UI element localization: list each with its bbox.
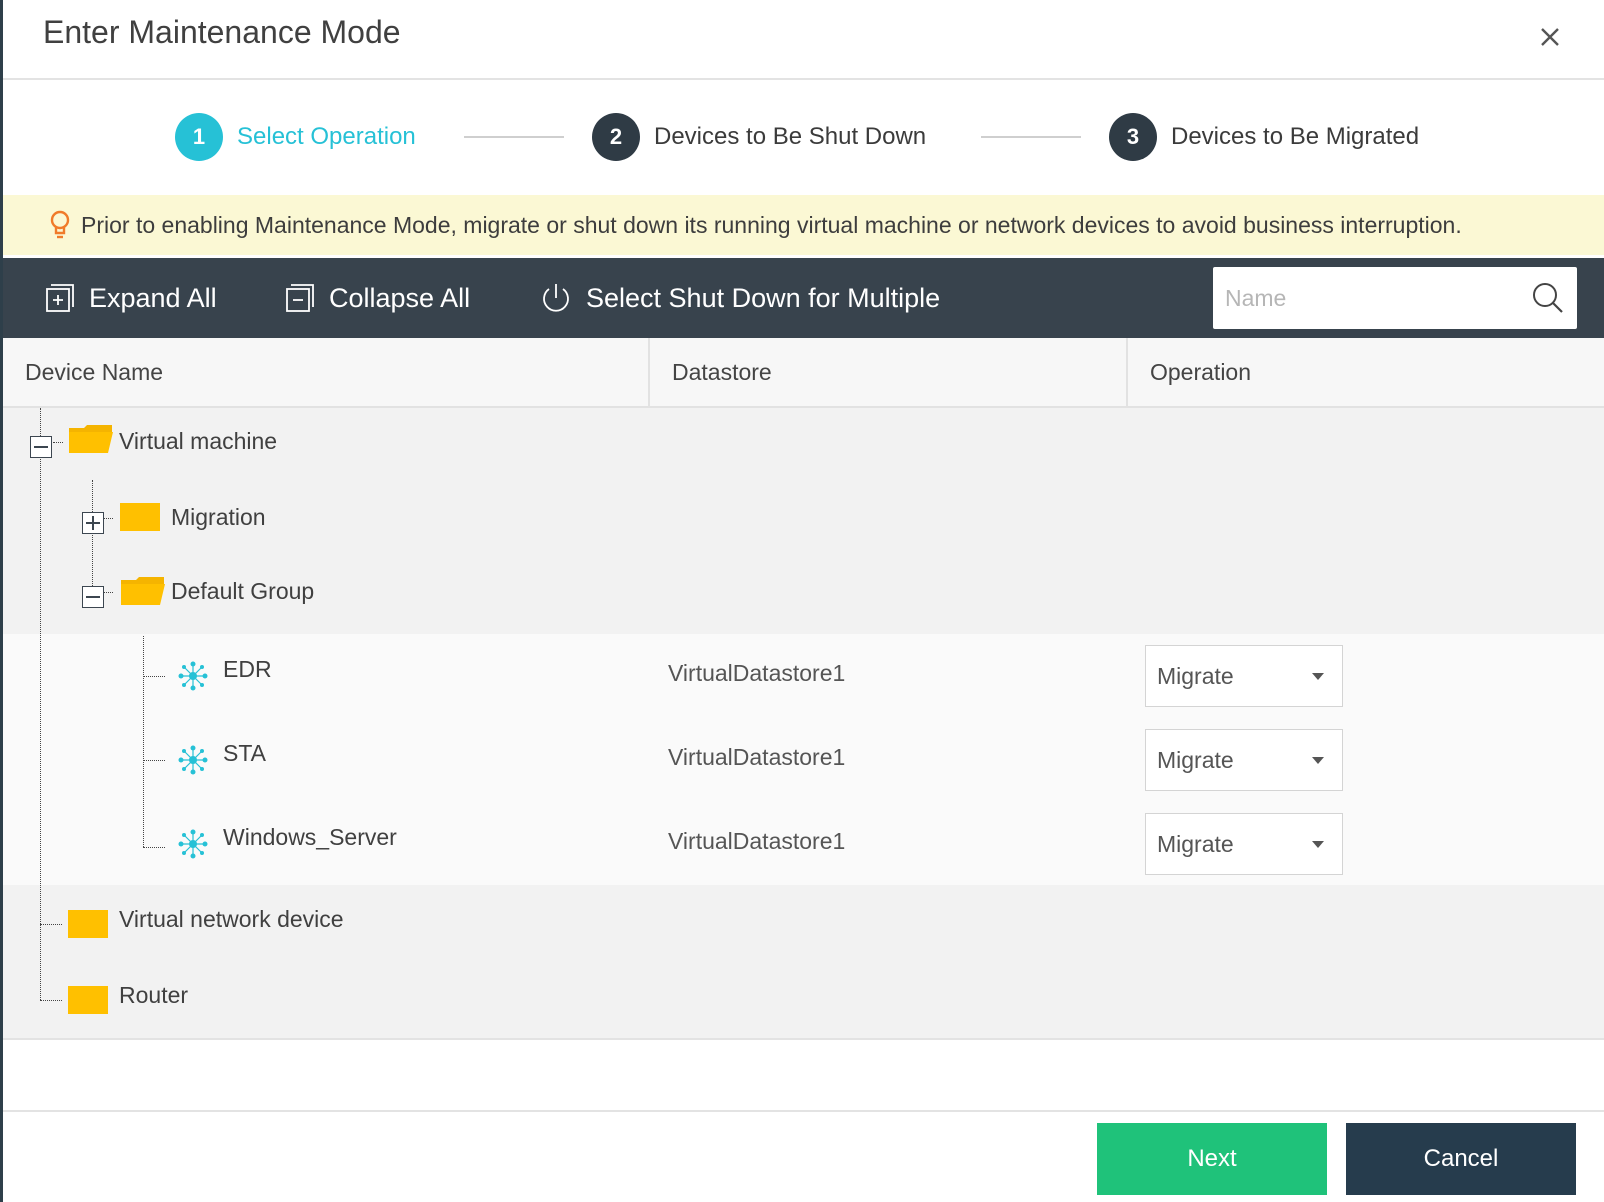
shutdown-multiple-label: Select Shut Down for Multiple: [586, 282, 941, 313]
tree-line: [143, 760, 165, 761]
operation-value: Migrate: [1157, 662, 1234, 689]
footer-divider: [3, 1110, 1604, 1112]
tree-line: [103, 592, 113, 593]
vm-icon: [178, 745, 208, 775]
folder-icon: [68, 910, 108, 938]
tree-label-default-group[interactable]: Default Group: [171, 578, 314, 605]
step-label: Select Operation: [237, 123, 416, 150]
header-divider: [3, 78, 1604, 80]
collapse-icon: [286, 284, 314, 312]
step-number: 1: [175, 113, 223, 161]
step-number: 3: [1109, 113, 1157, 161]
collapse-all-button[interactable]: Collapse All: [285, 278, 470, 318]
step-connector: [981, 136, 1081, 138]
step-label: Devices to Be Shut Down: [654, 123, 927, 150]
caret-down-icon: [1312, 841, 1324, 848]
operation-select[interactable]: Migrate: [1145, 645, 1343, 707]
close-icon[interactable]: [1533, 20, 1567, 54]
step-devices-shut-down: 2 Devices to Be Shut Down: [592, 113, 926, 161]
folder-open-icon: [69, 425, 113, 453]
step-select-operation: 1 Select Operation: [175, 113, 416, 161]
vm-name[interactable]: STA: [223, 740, 266, 767]
operation-value: Migrate: [1157, 830, 1234, 857]
dialog-title: Enter Maintenance Mode: [43, 14, 401, 50]
expand-all-label: Expand All: [89, 282, 217, 313]
tree-line: [143, 636, 144, 847]
expand-all-button[interactable]: Expand All: [45, 278, 217, 318]
operation-value: Migrate: [1157, 746, 1234, 773]
datastore-value: VirtualDatastore1: [668, 660, 846, 686]
tree-line: [92, 480, 93, 592]
vm-icon: [178, 661, 208, 691]
lightbulb-icon: [50, 210, 70, 239]
device-tree: Virtual machine Migration Default Group …: [3, 408, 1604, 1038]
content-divider: [3, 1038, 1604, 1040]
step-devices-migrated: 3 Devices to Be Migrated: [1109, 113, 1419, 161]
column-device-name[interactable]: Device Name: [3, 338, 648, 406]
table-header: Device Name Datastore Operation: [3, 338, 1604, 408]
shutdown-multiple-button[interactable]: Select Shut Down for Multiple: [540, 278, 940, 318]
tree-line: [40, 924, 62, 925]
collapse-all-label: Collapse All: [329, 282, 471, 313]
next-button[interactable]: Next: [1097, 1123, 1327, 1195]
datastore-value: VirtualDatastore1: [668, 744, 846, 770]
search-input[interactable]: [1223, 283, 1517, 313]
step-number: 2: [592, 113, 640, 161]
caret-down-icon: [1312, 757, 1324, 764]
tree-line: [40, 408, 41, 1000]
tree-line: [103, 518, 113, 519]
tree-label-migration[interactable]: Migration: [171, 504, 266, 531]
folder-icon: [68, 986, 108, 1014]
datastore-value: VirtualDatastore1: [668, 828, 846, 854]
step-label: Devices to Be Migrated: [1171, 123, 1420, 150]
vm-name[interactable]: Windows_Server: [223, 824, 397, 851]
power-icon: [543, 284, 569, 312]
tree-label-virtual-machine[interactable]: Virtual machine: [119, 428, 277, 455]
tree-line: [143, 676, 165, 677]
folder-icon: [120, 503, 160, 531]
column-operation[interactable]: Operation: [1126, 338, 1604, 406]
folder-open-icon: [121, 577, 165, 605]
vm-icon: [178, 829, 208, 859]
tree-line: [143, 847, 165, 848]
caret-down-icon: [1312, 673, 1324, 680]
vm-name[interactable]: EDR: [223, 656, 272, 683]
operation-select[interactable]: Migrate: [1145, 813, 1343, 875]
info-banner: Prior to enabling Maintenance Mode, migr…: [3, 195, 1604, 255]
tree-line: [53, 442, 63, 443]
tree-label-router[interactable]: Router: [119, 982, 188, 1009]
expand-toggle-migration[interactable]: [82, 512, 104, 534]
collapse-toggle-virtual-machine[interactable]: [30, 436, 52, 458]
tree-line: [40, 1000, 62, 1001]
banner-text: Prior to enabling Maintenance Mode, migr…: [81, 211, 1462, 238]
column-datastore[interactable]: Datastore: [648, 338, 1126, 406]
cancel-button[interactable]: Cancel: [1346, 1123, 1576, 1195]
maintenance-dialog: Enter Maintenance Mode 1 Select Operatio…: [0, 0, 1604, 1202]
step-connector: [464, 136, 564, 138]
expand-icon: [46, 284, 74, 312]
collapse-toggle-default-group[interactable]: [82, 586, 104, 608]
operation-select[interactable]: Migrate: [1145, 729, 1343, 791]
search-icon[interactable]: [1531, 281, 1565, 315]
tree-label-virtual-network-device[interactable]: Virtual network device: [119, 906, 344, 933]
search-box: [1213, 267, 1577, 329]
toolbar: Expand All Collapse All Select Shut Down…: [3, 258, 1604, 338]
